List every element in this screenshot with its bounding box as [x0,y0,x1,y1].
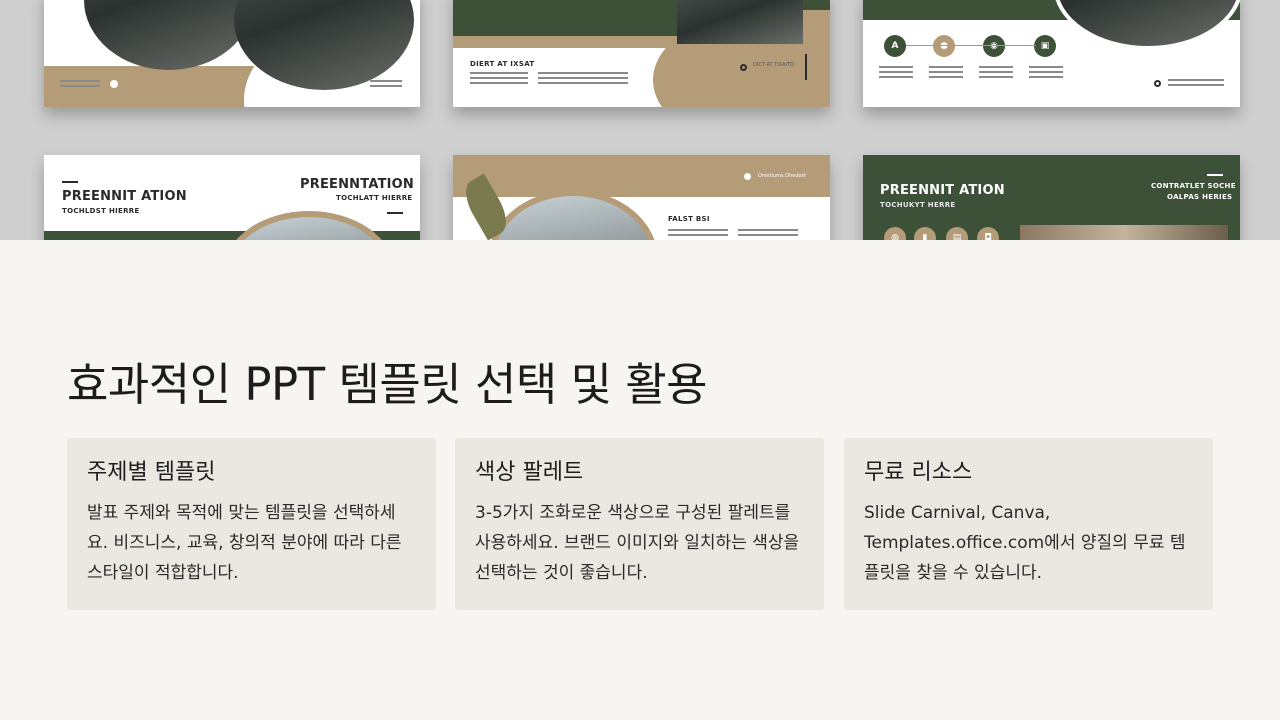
slide-title: PREENNIT ATION [62,189,187,204]
card-body: Slide Carnival, Canva, Templates.office.… [864,503,1186,583]
slide-subtitle: TOCHUKYT HERRE [880,201,956,209]
card-color-palette: 색상 팔레트 3-5가지 조화로운 색상으로 구성된 팔레트를 사용하세요. 브… [455,438,824,610]
slide-subtitle: TOCHLDST HIERRE [62,207,140,215]
card-title: 무료 리소스 [864,460,973,485]
slide-label: CONTRATLET SOCHE [1151,182,1236,190]
target-icon: ◉ [983,35,1005,57]
template-preview-6: PREENNIT ATION TOCHUKYT HERRE CONTRATLET… [863,155,1240,240]
template-preview-2: DIERT AT IXSAT DICT AT TIXAITO [453,0,830,107]
card-free-resources: 무료 리소스 Slide Carnival, Canva, Templates.… [844,438,1213,610]
template-preview-4: PREENNIT ATION TOCHLDST HIERRE PREENNTAT… [44,155,420,240]
slide-title: PREENNIT ATION [880,183,1005,198]
letter-icon: A [884,35,906,57]
card-body: 발표 주제와 목적에 맞는 템플릿을 선택하세요. 비즈니스, 교육, 창의적 … [87,503,402,583]
card-body: 3-5가지 조화로운 색상으로 구성된 팔레트를 사용하세요. 브랜드 이미지와… [475,503,800,583]
person-icon: ● [933,35,955,57]
card-title: 주제별 템플릿 [87,460,216,485]
template-preview-5: Orestiums Dhedest FALST BSI [453,155,830,240]
template-preview-1 [44,0,420,107]
slide-label: FALST BSI [668,215,710,223]
lock-icon: ◘ [977,227,999,240]
hero-image: DIERT AT IXSAT DICT AT TIXAITO A ● ◉ ▣ P… [0,0,1280,240]
slide-label: DIERT AT IXSAT [470,60,535,68]
slide-label: Orestiums Dhedest [758,173,807,179]
bookmark-icon: ▮ [914,227,936,240]
slide-label: DICT AT TIXAITO [753,62,794,68]
document-icon: ▤ [946,227,968,240]
template-preview-3: A ● ◉ ▣ [863,0,1240,107]
page-title: 효과적인 PPT 템플릿 선택 및 활용 [67,358,708,411]
slide-title: PREENNTATION [300,177,415,192]
card-title: 색상 팔레트 [475,460,584,485]
chat-icon: ▣ [1034,35,1056,57]
slide-subtitle: TOCHLATT HIERRE [336,194,413,202]
shield-icon: ◍ [884,227,906,240]
slide-label: OALPAS HERIES [1167,193,1233,201]
card-topic-templates: 주제별 템플릿 발표 주제와 목적에 맞는 템플릿을 선택하세요. 비즈니스, … [67,438,436,610]
